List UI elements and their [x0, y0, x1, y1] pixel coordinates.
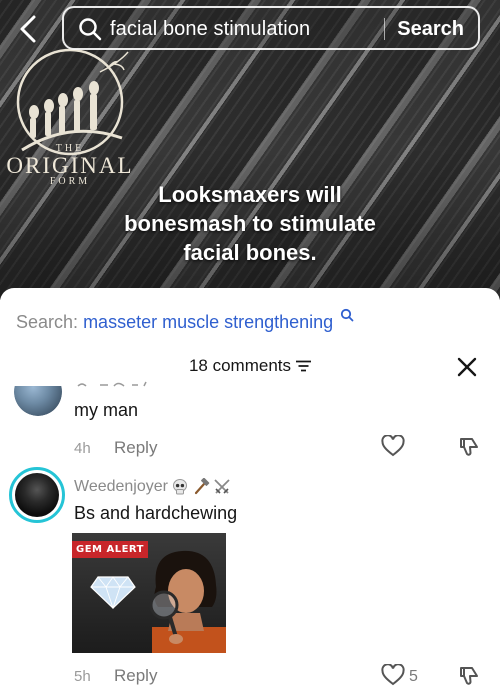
chevron-left-icon	[20, 15, 36, 43]
suggestion-label: Search:	[16, 312, 79, 332]
comment-text: Bs and hardchewing	[74, 503, 238, 523]
crossed-swords-icon	[214, 479, 230, 494]
reply-button[interactable]: Reply	[114, 666, 157, 686]
suggestion-term-link[interactable]: masseter muscle strengthening	[83, 312, 333, 332]
gem-alert-badge: GEM ALERT	[72, 541, 148, 558]
avatar[interactable]	[9, 467, 65, 523]
search-suggestion[interactable]: Search: masseter muscle strengthening	[16, 308, 354, 333]
back-button[interactable]	[14, 12, 44, 46]
comment-image[interactable]: GEM ALERT	[72, 533, 226, 653]
sort-comments-toggle[interactable]: 18 comments	[188, 356, 312, 376]
comment-count: 18 comments	[188, 356, 292, 375]
search-query-text[interactable]: facial bone stimulation	[110, 18, 310, 41]
search-icon	[79, 18, 102, 41]
like-count: 5	[409, 668, 418, 685]
username-text: Weedenjoyer	[74, 478, 168, 495]
skull-icon	[172, 479, 187, 495]
dislike-icon[interactable]	[457, 435, 481, 459]
sort-icon	[296, 360, 312, 372]
comment-text: my man	[74, 400, 139, 420]
video-caption: Looksmaxers will bonesmash to stimulate …	[124, 182, 376, 265]
diamond-icon	[90, 576, 136, 609]
truncated-username	[77, 381, 147, 387]
comments-sheet: Search: masseter muscle strengthening 18…	[0, 288, 500, 696]
reply-button[interactable]: Reply	[114, 438, 157, 458]
comment-time: 5h	[74, 668, 91, 685]
comment-time: 4h	[74, 440, 91, 457]
dislike-icon[interactable]	[457, 664, 481, 688]
heart-icon[interactable]	[381, 435, 405, 457]
search-bar[interactable]: facial bone stimulation Search	[62, 6, 480, 50]
avatar[interactable]	[14, 386, 62, 416]
comments-header: 18 comments	[0, 356, 500, 376]
search-icon	[341, 308, 354, 322]
heart-icon[interactable]	[381, 664, 405, 686]
hammer-icon	[194, 478, 210, 495]
search-divider	[384, 18, 385, 40]
person-with-magnifier-image	[149, 550, 226, 653]
close-icon[interactable]	[456, 356, 478, 378]
search-button[interactable]: Search	[397, 18, 464, 41]
comment-username[interactable]: Weedenjoyer	[74, 478, 231, 496]
